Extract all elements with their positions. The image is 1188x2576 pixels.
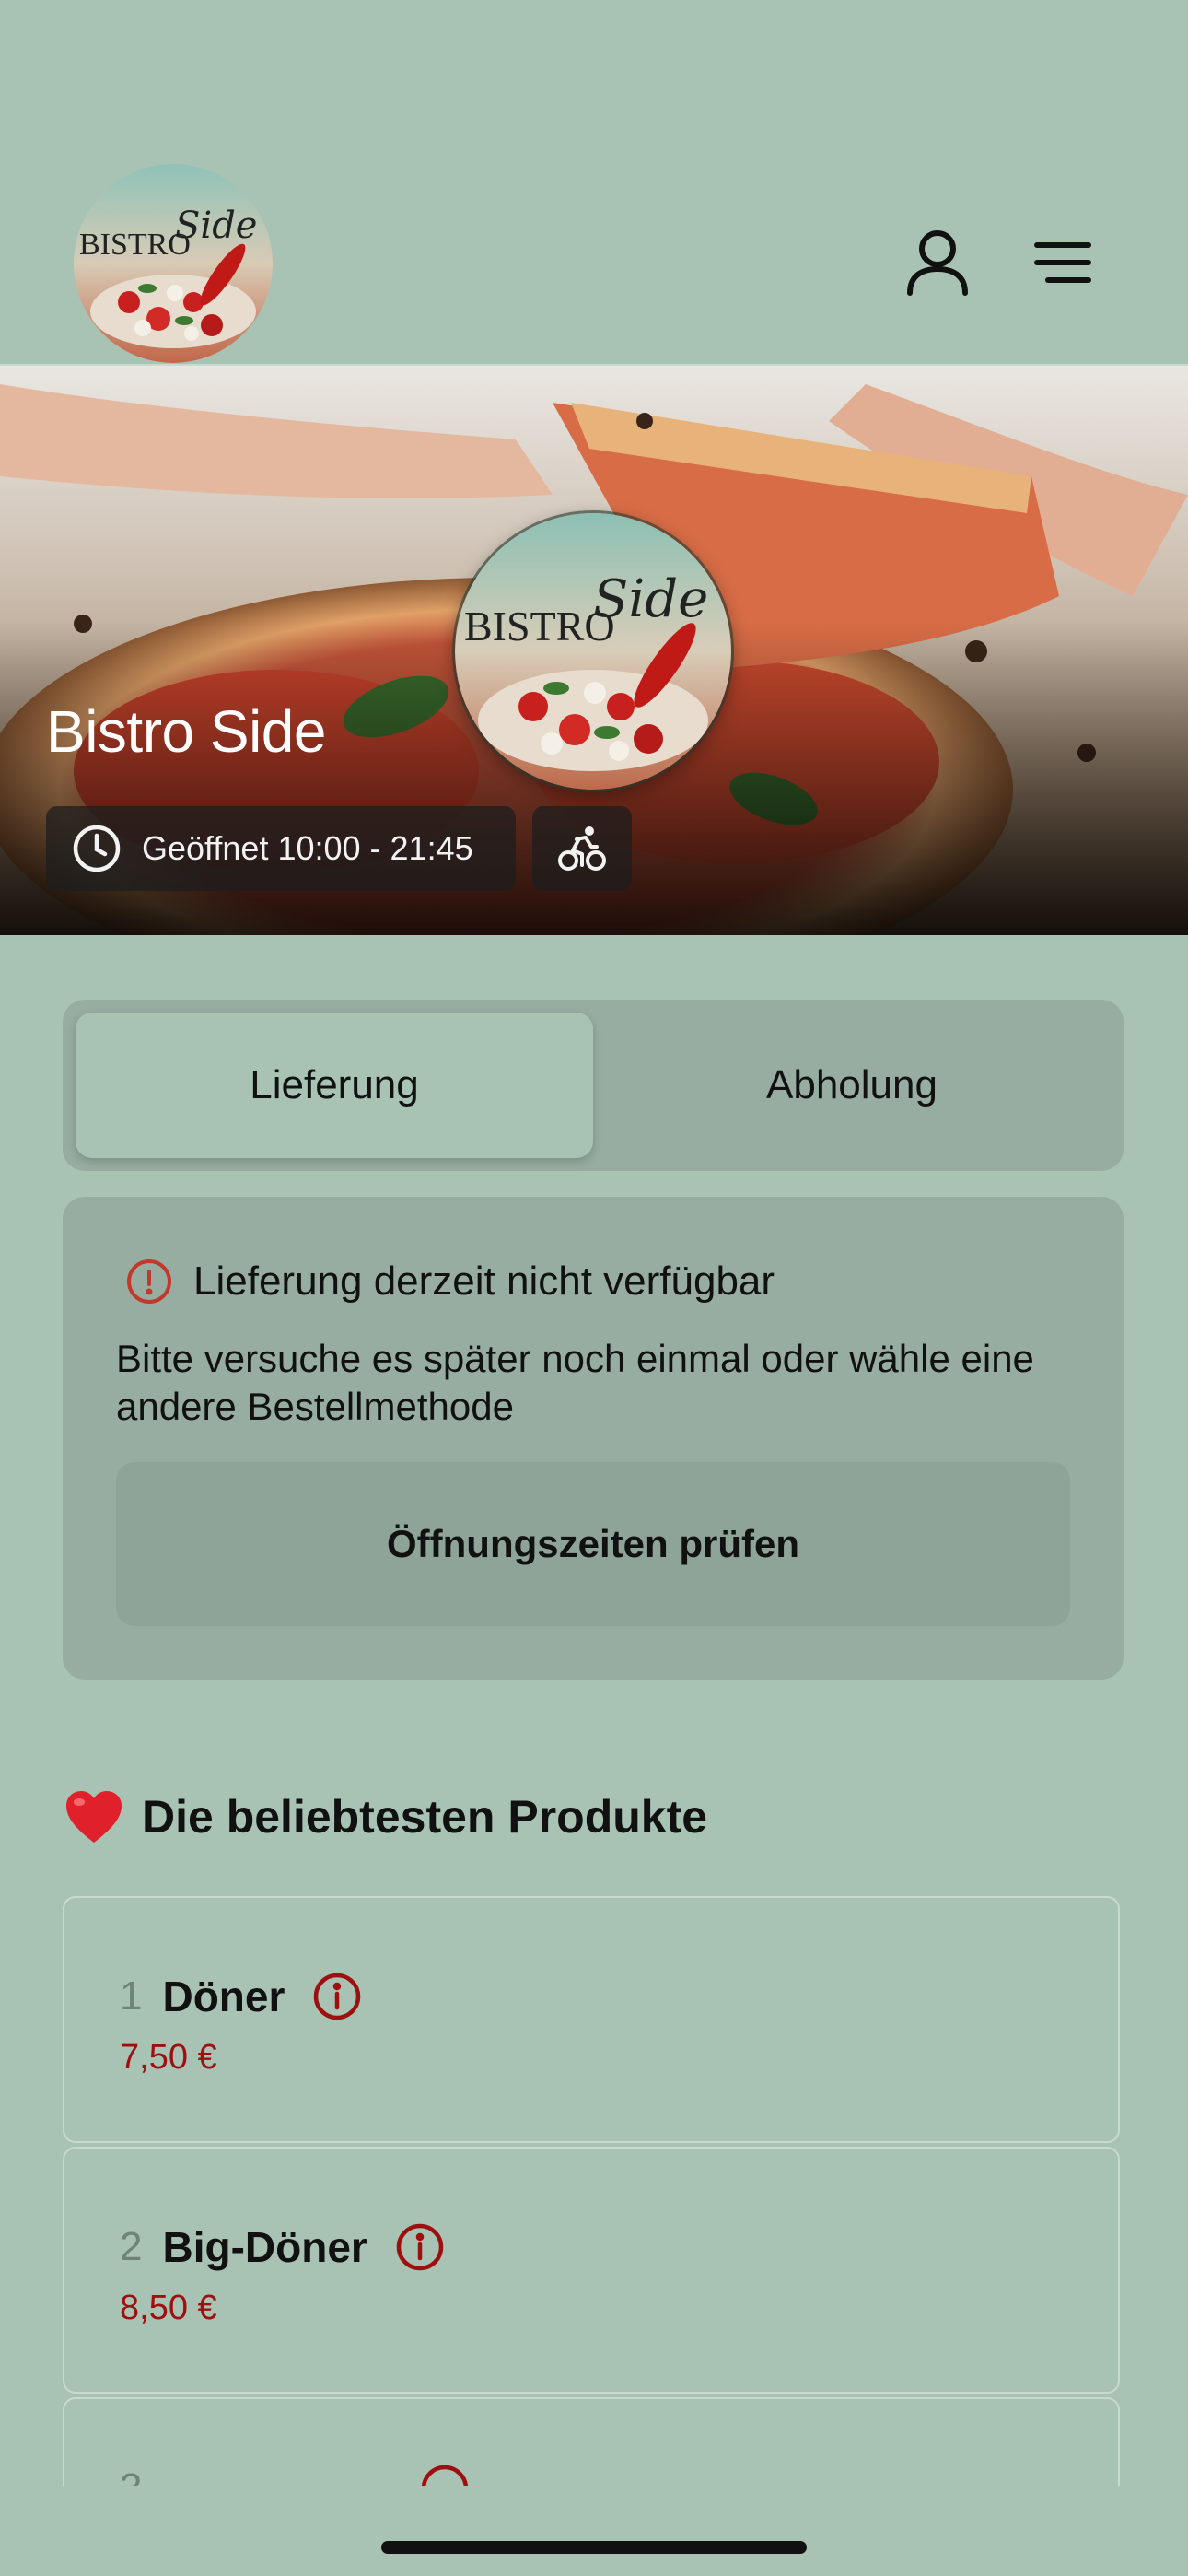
product-price: 7,50 € bbox=[120, 2038, 217, 2077]
bicycle-icon bbox=[558, 826, 606, 871]
app-header: BISTRO Side bbox=[0, 0, 1188, 366]
hamburger-menu-icon[interactable] bbox=[1026, 226, 1100, 299]
tab-pickup[interactable]: Abholung bbox=[593, 1013, 1111, 1158]
tab-delivery[interactable]: Lieferung bbox=[76, 1013, 593, 1158]
notice-header: Lieferung derzeit nicht verfügbar bbox=[125, 1258, 775, 1306]
opening-hours-badge: Geöffnet 10:00 - 21:45 bbox=[46, 806, 516, 891]
delivery-unavailable-notice: Lieferung derzeit nicht verfügbar Bitte … bbox=[63, 1197, 1124, 1680]
product-info-icon[interactable] bbox=[420, 2464, 470, 2486]
restaurant-logo[interactable]: BISTRO Side bbox=[74, 164, 273, 363]
hero-restaurant-logo: BISTRO Side bbox=[455, 513, 731, 790]
opening-hours-text: Geöffnet 10:00 - 21:45 bbox=[142, 829, 473, 867]
info-icon bbox=[127, 1259, 171, 1304]
check-opening-hours-button[interactable]: Öffnungszeiten prüfen bbox=[116, 1462, 1070, 1626]
product-rank: 1 bbox=[120, 1973, 143, 2019]
product-rank: 3 bbox=[120, 2465, 142, 2486]
product-card[interactable]: 2 Big-Döner 8,50 € bbox=[63, 2147, 1120, 2394]
svg-text:Side: Side bbox=[175, 205, 257, 247]
hero-banner: BISTRO Side Bistro Side Geöffnet 10:00 -… bbox=[0, 366, 1188, 935]
product-name: Döner bbox=[162, 1973, 285, 2020]
product-card[interactable]: 3 bbox=[63, 2397, 1120, 2486]
product-card[interactable]: 1 Döner 7,50 € bbox=[63, 1896, 1120, 2143]
product-info-icon[interactable] bbox=[395, 2222, 445, 2272]
delivery-badge bbox=[532, 806, 632, 891]
product-price: 8,50 € bbox=[120, 2289, 217, 2327]
product-rank: 2 bbox=[120, 2224, 143, 2269]
clock-icon bbox=[73, 825, 121, 872]
popular-products-list: 1 Döner 7,50 € 2 Big-Döner 8,50 € 3 bbox=[63, 1896, 1124, 2486]
notice-message: Bitte versuche es später noch einmal ode… bbox=[116, 1337, 1034, 1428]
popular-products-heading: Die beliebtesten Produkte bbox=[64, 1789, 707, 1844]
popular-products-title: Die beliebtesten Produkte bbox=[142, 1791, 708, 1843]
product-name: Big-Döner bbox=[162, 2223, 367, 2271]
svg-text:Side: Side bbox=[593, 569, 708, 629]
svg-text:BISTRO: BISTRO bbox=[79, 228, 191, 262]
user-account-icon[interactable] bbox=[901, 226, 974, 299]
restaurant-name: Bistro Side bbox=[46, 698, 326, 765]
product-info-icon[interactable] bbox=[312, 1972, 362, 2021]
order-mode-toggle: Lieferung Abholung bbox=[63, 1000, 1124, 1171]
home-indicator[interactable] bbox=[381, 2541, 807, 2554]
heart-icon bbox=[66, 1791, 122, 1843]
notice-title: Lieferung derzeit nicht verfügbar bbox=[193, 1259, 775, 1304]
